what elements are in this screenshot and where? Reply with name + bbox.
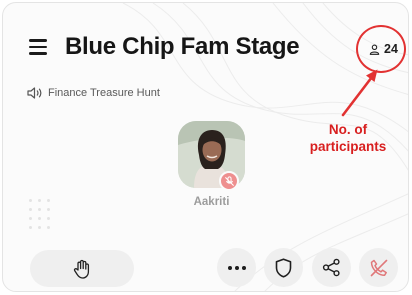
share-button[interactable] — [312, 248, 351, 287]
stage-title: Blue Chip Fam Stage — [65, 33, 300, 60]
stage-topic: Finance Treasure Hunt — [27, 87, 160, 99]
hamburger-menu-icon[interactable] — [29, 39, 47, 55]
shield-button[interactable] — [264, 248, 303, 287]
annotation-line-2: participants — [309, 139, 387, 154]
raise-hand-icon — [73, 259, 90, 279]
speaker-tile[interactable] — [178, 121, 245, 191]
speaker-name: Aakriti — [193, 196, 230, 208]
share-icon — [322, 258, 340, 277]
speaker-icon — [27, 87, 42, 99]
phone-hangup-icon — [370, 259, 387, 276]
annotation-arrow — [341, 69, 378, 117]
annotation-line-1: No. of — [328, 122, 368, 137]
shield-icon — [275, 257, 292, 278]
more-options-button[interactable] — [217, 248, 256, 287]
raise-hand-button[interactable] — [30, 250, 134, 287]
more-dots-icon — [227, 265, 246, 270]
mic-off-icon — [219, 171, 239, 191]
leave-stage-button[interactable] — [359, 248, 398, 287]
stage-card: Blue Chip Fam Stage 24 Finance Treasure … — [2, 2, 409, 292]
topic-label: Finance Treasure Hunt — [48, 87, 160, 99]
decorative-dot-grid — [29, 199, 55, 229]
annotation-label: No. of participants — [303, 121, 393, 155]
